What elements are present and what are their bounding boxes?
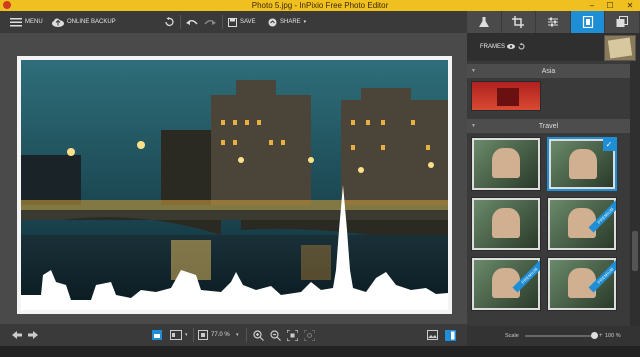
menu-button[interactable]: MENU — [10, 11, 43, 33]
main-toolbar: MENU ONLINE BACKUP SAVE SHARE ▾ — [0, 11, 467, 33]
share-icon — [268, 18, 277, 26]
redo-button[interactable] — [204, 11, 216, 33]
frame-thumb-travel-6[interactable]: PREMIUM — [547, 257, 617, 311]
category-travel-header[interactable]: ▼ Travel — [467, 119, 630, 133]
scale-control: Scale + 100 % — [467, 326, 640, 346]
image-panel-button[interactable] — [427, 324, 438, 346]
fit-screen-icon — [287, 329, 298, 341]
frame-thumb-travel-1[interactable] — [471, 137, 541, 191]
category-travel-label: Travel — [538, 122, 559, 130]
scale-value: 100 % — [605, 333, 621, 339]
arrow-left-icon — [12, 331, 22, 339]
frame-thumb-travel-4[interactable]: PREMIUM — [547, 197, 617, 251]
toolbar-divider — [222, 15, 223, 29]
window-titlebar: Photo 5.jpg - InPixio Free Photo Editor … — [0, 0, 640, 11]
hamburger-icon — [10, 17, 22, 26]
cloud-upload-icon — [52, 18, 64, 27]
frame-preview-avatar — [604, 35, 636, 61]
undo-button[interactable] — [186, 11, 198, 33]
collapse-icon: ▼ — [471, 68, 476, 74]
collapse-icon: ▼ — [471, 123, 476, 129]
online-backup-label: ONLINE BACKUP — [67, 19, 116, 25]
maximize-button[interactable]: ☐ — [602, 0, 618, 11]
scale-slider-track[interactable] — [525, 335, 595, 337]
sliders-icon — [547, 17, 558, 27]
fit-icon — [198, 330, 208, 340]
compare-icon — [170, 330, 182, 340]
scale-plus-icon: + — [599, 333, 603, 339]
zoom-in-button[interactable] — [253, 324, 264, 346]
paris-night-photo — [21, 60, 448, 310]
checkmark-icon: ✓ — [603, 139, 615, 151]
frame-thumb-travel-3[interactable] — [471, 197, 541, 251]
minimize-button[interactable]: – — [584, 0, 600, 11]
tab-effects[interactable] — [467, 11, 502, 33]
tab-frames[interactable] — [570, 11, 606, 33]
actual-size-icon — [304, 329, 315, 341]
zoom-out-button[interactable] — [270, 324, 281, 346]
layers-icon — [616, 16, 629, 27]
chevron-down-icon: ▾ — [303, 19, 307, 25]
panel-toggle-icon — [445, 329, 456, 341]
close-button[interactable]: ✕ — [622, 0, 638, 11]
undo-icon — [186, 19, 198, 25]
frames-label: FRAMES — [480, 44, 506, 50]
toolbar-divider — [180, 15, 181, 29]
rotate-icon — [165, 17, 174, 27]
view-single-button[interactable] — [152, 324, 162, 346]
frame-thumb-asia[interactable] — [471, 81, 541, 111]
scrollbar-thumb[interactable] — [632, 231, 638, 271]
share-button[interactable]: SHARE ▾ — [268, 11, 306, 33]
eye-icon[interactable] — [507, 44, 515, 49]
flask-icon — [478, 17, 489, 27]
save-icon — [228, 17, 237, 27]
tool-tabs — [467, 11, 640, 33]
bottombar-divider — [193, 328, 194, 342]
menu-label: MENU — [25, 19, 43, 25]
frame-thumb-travel-5[interactable]: PREMIUM — [471, 257, 541, 311]
arrow-right-icon — [28, 331, 38, 339]
side-panel-toggle[interactable] — [445, 324, 456, 346]
next-photo-button[interactable] — [28, 324, 38, 346]
bottombar-divider — [246, 328, 247, 342]
actual-size-button[interactable] — [304, 324, 315, 346]
panel-scrollbar[interactable] — [630, 61, 640, 326]
rotate-button[interactable] — [164, 11, 174, 33]
fit-to-screen-button[interactable] — [287, 324, 298, 346]
frame-thumb-travel-2[interactable]: ✓ — [547, 137, 617, 191]
tab-adjust[interactable] — [536, 11, 571, 33]
frames-header: FRAMES — [467, 33, 640, 61]
zoom-dropdown-icon[interactable]: ▾ — [236, 324, 239, 346]
photo-canvas[interactable] — [0, 33, 467, 324]
compare-view-button[interactable]: ▾ — [170, 324, 188, 346]
redo-icon — [204, 19, 216, 25]
share-label: SHARE — [280, 19, 301, 25]
reset-icon[interactable] — [518, 43, 525, 50]
previous-photo-button[interactable] — [12, 324, 22, 346]
save-button[interactable]: SAVE — [228, 11, 256, 33]
zoom-level[interactable]: 77.0 % — [211, 324, 230, 346]
status-bar — [0, 346, 640, 357]
tab-layers[interactable] — [605, 11, 640, 33]
online-backup-button[interactable]: ONLINE BACKUP — [52, 11, 116, 33]
zoom-in-icon — [253, 329, 264, 341]
zoom-fit-button[interactable] — [198, 324, 208, 346]
frames-panel: FRAMES ▼ Asia ▼ Travel ✓ PREMIUM PREMIUM… — [467, 33, 640, 346]
scale-slider-handle[interactable] — [591, 332, 598, 339]
crop-icon — [512, 16, 525, 28]
tab-crop[interactable] — [502, 11, 537, 33]
category-asia-label: Asia — [541, 67, 556, 75]
frame-icon — [582, 16, 593, 28]
scale-label: Scale — [505, 333, 519, 339]
zoom-out-icon — [270, 329, 281, 341]
image-view-icon — [152, 330, 162, 340]
window-title: Photo 5.jpg - InPixio Free Photo Editor — [251, 1, 389, 10]
canvas-bottom-bar: ▾ 77.0 % ▾ — [0, 324, 467, 346]
category-asia-header[interactable]: ▼ Asia — [467, 64, 630, 78]
chevron-down-icon: ▾ — [185, 332, 188, 338]
save-label: SAVE — [240, 19, 256, 25]
image-icon — [427, 330, 438, 340]
photo-with-frame — [17, 56, 452, 314]
